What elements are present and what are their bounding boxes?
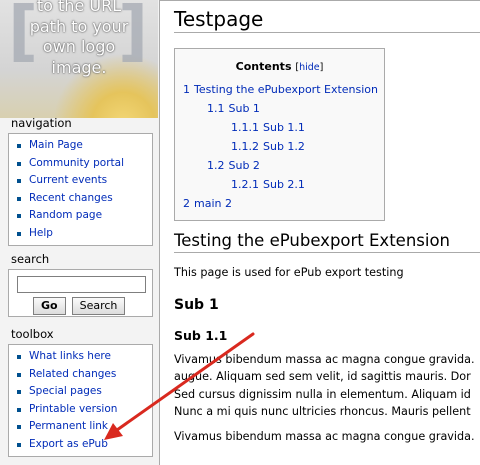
paragraph-line: Vivamus bibendum massa ac magna congue g… bbox=[174, 352, 475, 366]
nav-link-random-page[interactable]: Random page bbox=[15, 207, 148, 225]
tool-link-label: Permanent link bbox=[29, 420, 109, 433]
subsection-heading: Sub 1 bbox=[174, 296, 219, 313]
bullet-icon bbox=[17, 425, 21, 430]
bullet-icon bbox=[17, 390, 21, 395]
toc-text: Testing the ePubexport Extension bbox=[194, 83, 379, 96]
bullet-icon bbox=[17, 442, 21, 447]
toc-text: Sub 1 bbox=[228, 102, 260, 115]
toc-number: 1.1.2 bbox=[231, 140, 259, 153]
navigation-title: navigation bbox=[11, 116, 72, 130]
site-logo[interactable]: [ ] to the URL path to your own logo ima… bbox=[0, 0, 158, 118]
toolbox-body: What links here Related changes Special … bbox=[8, 344, 153, 457]
navigation-portlet: navigation Main Page Community portal Cu… bbox=[8, 115, 153, 246]
tool-link-label: Export as ePub bbox=[29, 437, 108, 450]
subsubsection-heading: Sub 1.1 bbox=[174, 327, 228, 343]
logo-text-line: path to your bbox=[29, 16, 129, 36]
nav-link-label: Recent changes bbox=[29, 191, 113, 204]
search-portlet: search Go Search bbox=[8, 251, 153, 317]
toc-text: Sub 2.1 bbox=[263, 178, 305, 191]
search-body: Go Search bbox=[8, 269, 153, 317]
go-button[interactable]: Go bbox=[33, 297, 66, 315]
toc-number: 1.2 bbox=[207, 159, 225, 172]
tool-link-export-as-epub[interactable]: Export as ePub bbox=[15, 436, 148, 454]
lorem-paragraph: Vivamus bibendum massa ac magna congue g… bbox=[174, 351, 480, 421]
toc-bracket: ] bbox=[319, 62, 324, 73]
toc-text: main 2 bbox=[194, 197, 232, 210]
tool-link-label: What links here bbox=[29, 350, 111, 362]
toc-text: Sub 1.2 bbox=[263, 140, 305, 153]
intro-paragraph: This page is used for ePub export testin… bbox=[174, 266, 404, 279]
search-title: search bbox=[11, 252, 50, 266]
table-of-contents: Contents [hide] 1 Testing the ePubexport … bbox=[174, 48, 385, 221]
toc-entry[interactable]: 1.2.1 Sub 2.1 bbox=[183, 175, 384, 194]
toc-number: 2 bbox=[183, 197, 190, 210]
toc-entry[interactable]: 1.1.1 Sub 1.1 bbox=[183, 118, 384, 137]
nav-link-community-portal[interactable]: Community portal bbox=[15, 155, 148, 173]
page-title: Testpage bbox=[174, 5, 480, 33]
bullet-icon bbox=[17, 355, 21, 359]
toolbox-portlet: toolbox What links here Related changes … bbox=[8, 326, 153, 457]
nav-link-recent-changes[interactable]: Recent changes bbox=[15, 190, 148, 208]
nav-link-main-page[interactable]: Main Page bbox=[15, 137, 148, 155]
bullet-icon bbox=[17, 161, 21, 166]
toc-title-row: Contents [hide] bbox=[175, 58, 384, 76]
nav-link-help[interactable]: Help bbox=[15, 225, 148, 243]
section-heading: Testing the ePubexport Extension bbox=[174, 229, 480, 253]
tool-link-special-pages[interactable]: Special pages bbox=[15, 383, 148, 401]
paragraph-line: augue. Aliquam sed sem velit, id sagitti… bbox=[174, 370, 471, 384]
nav-link-label: Help bbox=[29, 226, 53, 239]
toc-entry[interactable]: 1.1.2 Sub 1.2 bbox=[183, 137, 384, 156]
toc-number: 1.1.1 bbox=[231, 121, 259, 134]
toc-number: 1.2.1 bbox=[231, 178, 259, 191]
logo-text-line: image. bbox=[51, 57, 107, 77]
toc-number: 1.1 bbox=[207, 102, 225, 115]
toc-entry[interactable]: 2 main 2 bbox=[183, 194, 384, 213]
tool-link-related-changes[interactable]: Related changes bbox=[15, 366, 148, 384]
nav-link-label: Random page bbox=[29, 209, 103, 222]
lorem-paragraph-2: Vivamus bibendum massa ac magna congue g… bbox=[174, 429, 475, 443]
bullet-icon bbox=[17, 372, 21, 377]
content-area: Testpage Contents [hide] 1 Testing the eP… bbox=[159, 0, 480, 465]
search-input[interactable] bbox=[17, 276, 146, 293]
bullet-icon bbox=[17, 231, 21, 236]
toc-entry[interactable]: 1.1 Sub 1 bbox=[183, 99, 384, 118]
bullet-icon bbox=[17, 179, 21, 184]
toc-text: Sub 2 bbox=[228, 159, 260, 172]
bullet-icon bbox=[17, 196, 21, 201]
paragraph-line: Nunc a mi quis nunc ultricies rhoncus. M… bbox=[174, 405, 471, 419]
toolbox-title: toolbox bbox=[11, 327, 54, 341]
nav-link-current-events[interactable]: Current events bbox=[15, 172, 148, 190]
paragraph-line: Sed cursus dignissim nulla in elementum.… bbox=[174, 387, 471, 401]
nav-link-label: Current events bbox=[29, 174, 108, 187]
nav-link-label: Community portal bbox=[29, 156, 124, 169]
navigation-body: Main Page Community portal Current event… bbox=[8, 133, 153, 246]
bullet-icon bbox=[17, 407, 21, 412]
search-button[interactable]: Search bbox=[71, 297, 126, 315]
toc-hide-link[interactable]: hide bbox=[299, 62, 320, 73]
nav-link-label: Main Page bbox=[29, 139, 83, 151]
tool-link-printable-version[interactable]: Printable version bbox=[15, 401, 148, 419]
logo-text-line: to the URL bbox=[36, 0, 122, 15]
toc-entry[interactable]: 1.2 Sub 2 bbox=[183, 156, 384, 175]
logo-text-line: own logo bbox=[42, 37, 116, 56]
tool-link-permanent-link[interactable]: Permanent link bbox=[15, 418, 148, 436]
tool-link-label: Related changes bbox=[29, 367, 117, 380]
toc-number: 1 bbox=[183, 83, 190, 96]
toc-text: Sub 1.1 bbox=[263, 121, 305, 134]
bullet-icon bbox=[17, 214, 21, 219]
tool-link-what-links-here[interactable]: What links here bbox=[15, 348, 148, 366]
bullet-icon bbox=[17, 144, 21, 148]
tool-link-label: Printable version bbox=[29, 402, 118, 415]
toc-title: Contents bbox=[235, 60, 292, 73]
search-buttons: Go Search bbox=[15, 297, 148, 315]
toc-entry[interactable]: 1 Testing the ePubexport Extension bbox=[183, 80, 384, 99]
tool-link-label: Special pages bbox=[29, 385, 102, 398]
logo-text: to the URL path to your own logo image. bbox=[0, 0, 158, 78]
toc-hide-wrapper: [hide] bbox=[295, 62, 323, 73]
